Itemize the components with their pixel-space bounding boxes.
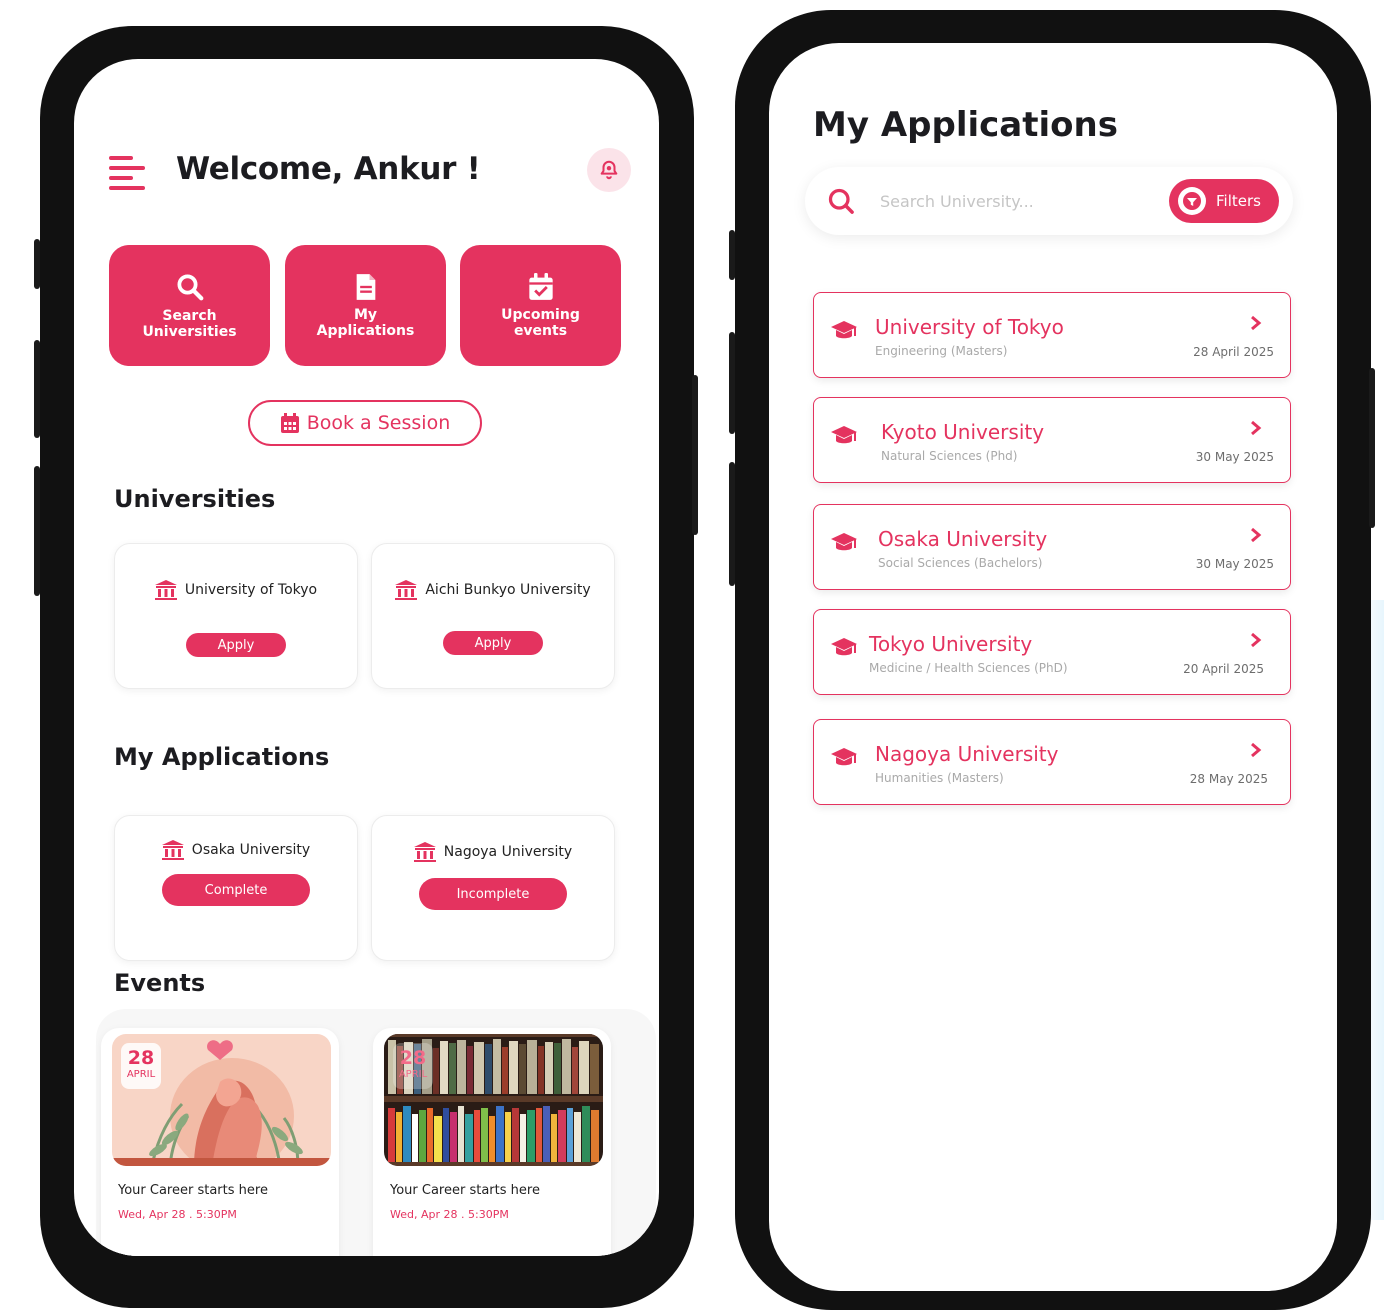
phone-side-button [34,239,40,289]
university-building-icon [154,580,177,600]
application-row[interactable]: Kyoto University Natural Sciences (Phd) … [813,397,1291,483]
chevron-right-icon [1251,315,1262,331]
application-date: 20 April 2025 [1183,662,1264,676]
university-building-icon [161,840,184,860]
search-input[interactable] [880,187,1140,215]
application-university: Osaka University [878,527,1048,551]
application-university: University of Tokyo [875,315,1064,339]
events-heading: Events [114,969,206,997]
bell-icon [600,160,618,180]
application-program: Engineering (Masters) [875,344,1008,358]
quick-action-label: Upcoming events [501,306,580,339]
university-name: Aichi Bunkyo University [425,582,591,598]
application-program: Medicine / Health Sciences (PhD) [869,661,1068,675]
phone-frame-applications: My Applications Filters [729,10,1375,1310]
chevron-right-icon [1251,632,1262,648]
chevron-right-icon [1251,527,1262,543]
upcoming-events-button[interactable]: Upcoming events [460,245,621,366]
document-icon [356,273,375,300]
search-bar: Filters [805,167,1293,235]
event-month: APRIL [126,1069,156,1080]
application-university: Kyoto University [881,420,1045,444]
hamburger-icon[interactable] [109,154,147,192]
quick-action-label: Search Universities [142,307,237,340]
application-row[interactable]: Tokyo University Medicine / Health Scien… [813,609,1291,695]
applications-screen: My Applications Filters [769,43,1337,1291]
event-card[interactable]: 28 APRIL Your Career starts here Wed, Ap… [101,1028,339,1256]
event-datetime: Wed, Apr 28 . 5:30PM [118,1208,237,1221]
quick-action-label: My Applications [316,306,415,339]
phone-side-button [1369,368,1375,528]
event-image-bookshelf: 28 APRIL [384,1034,603,1166]
application-row[interactable]: University of Tokyo Engineering (Masters… [813,292,1291,378]
application-date: 30 May 2025 [1195,557,1274,571]
graduation-cap-icon [831,748,857,766]
chevron-right-icon [1251,420,1262,436]
phone-side-button [729,332,735,434]
phone-frame-home: Welcome, Ankur ! Search Universities My … [34,26,698,1308]
event-date-badge: 28 APRIL [393,1043,433,1089]
university-building-icon [413,842,436,862]
graduation-cap-icon [831,533,857,551]
application-program: Social Sciences (Bachelors) [878,556,1043,570]
my-applications-heading: My Applications [114,743,330,771]
universities-heading: Universities [114,485,276,513]
application-date: 28 April 2025 [1193,345,1274,359]
phone-side-button [34,466,40,596]
my-applications-button[interactable]: My Applications [285,245,446,366]
application-program: Humanities (Masters) [875,771,1004,785]
phone-side-button [692,375,698,535]
search-universities-button[interactable]: Search Universities [109,245,270,366]
university-name: Nagoya University [443,844,573,860]
filters-label: Filters [1216,192,1261,210]
university-card: Aichi Bunkyo University Apply [371,543,615,689]
chevron-right-icon [1251,742,1262,758]
event-month: APRIL [398,1069,428,1080]
book-session-label: Book a Session [306,412,451,434]
status-incomplete-button[interactable]: Incomplete [419,878,567,910]
book-session-button[interactable]: Book a Session [248,400,482,446]
calendar-check-icon [528,272,553,300]
phone-side-button [34,340,40,438]
phone-side-button [729,462,735,586]
search-icon [177,274,203,300]
university-card: University of Tokyo Apply [114,543,358,689]
event-title: Your Career starts here [118,1183,268,1198]
application-date: 30 May 2025 [1195,450,1274,464]
university-building-icon [395,580,418,600]
notification-button[interactable] [587,148,631,192]
application-university: Nagoya University [875,742,1059,766]
application-card: Osaka University Complete [114,815,358,961]
status-complete-button[interactable]: Complete [162,874,310,906]
event-date-badge: 28 APRIL [121,1043,161,1089]
event-day: 28 [399,1047,427,1069]
search-icon [828,188,854,214]
home-screen: Welcome, Ankur ! Search Universities My … [74,59,659,1256]
calendar-icon [280,412,299,433]
apply-button[interactable]: Apply [186,633,286,657]
graduation-cap-icon [831,426,857,444]
application-row[interactable]: Osaka University Social Sciences (Bachel… [813,504,1291,590]
university-name: University of Tokyo [184,582,318,598]
phone-side-button [729,230,735,280]
application-program: Natural Sciences (Phd) [881,449,1018,463]
event-card[interactable]: 28 APRIL Your Career starts here Wed, Ap… [373,1028,611,1256]
event-datetime: Wed, Apr 28 . 5:30PM [390,1208,509,1221]
filters-button[interactable]: Filters [1169,179,1279,223]
filter-icon [1183,192,1201,210]
event-image-hands: 28 APRIL [112,1034,331,1166]
apply-button[interactable]: Apply [443,631,543,655]
university-name: Osaka University [191,842,311,858]
application-row[interactable]: Nagoya University Humanities (Masters) 2… [813,719,1291,805]
graduation-cap-icon [831,321,857,339]
graduation-cap-icon [831,638,857,656]
application-card: Nagoya University Incomplete [371,815,615,961]
page-title: My Applications [813,105,1118,145]
application-university: Tokyo University [869,632,1033,656]
event-day: 28 [127,1047,155,1069]
welcome-heading: Welcome, Ankur ! [176,151,481,187]
application-date: 28 May 2025 [1189,772,1268,786]
event-title: Your Career starts here [390,1183,540,1198]
